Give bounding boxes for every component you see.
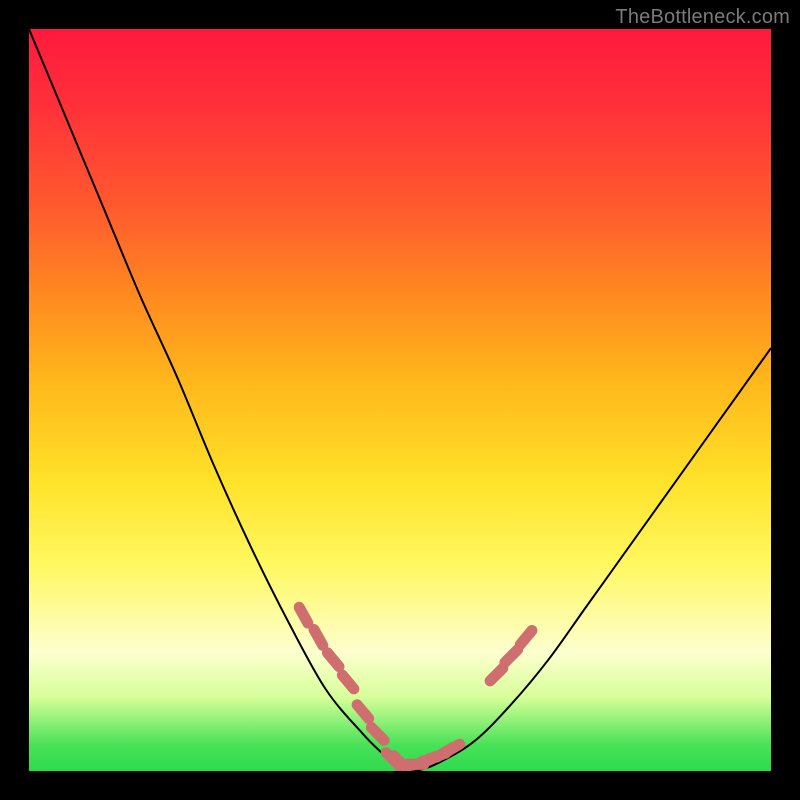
curve-layer [29,29,771,771]
data-marker [505,650,518,663]
data-marker [371,728,384,741]
data-marker [299,607,308,623]
data-marker [490,668,503,681]
plot-area [29,29,771,771]
data-marker [342,675,354,689]
data-marker [327,653,339,667]
chart-frame: TheBottleneck.com [0,0,800,800]
data-marker [357,705,369,719]
watermark-text: TheBottleneck.com [615,6,790,29]
data-marker [314,630,323,646]
bottleneck-curve [29,29,771,771]
data-marker [520,631,532,645]
